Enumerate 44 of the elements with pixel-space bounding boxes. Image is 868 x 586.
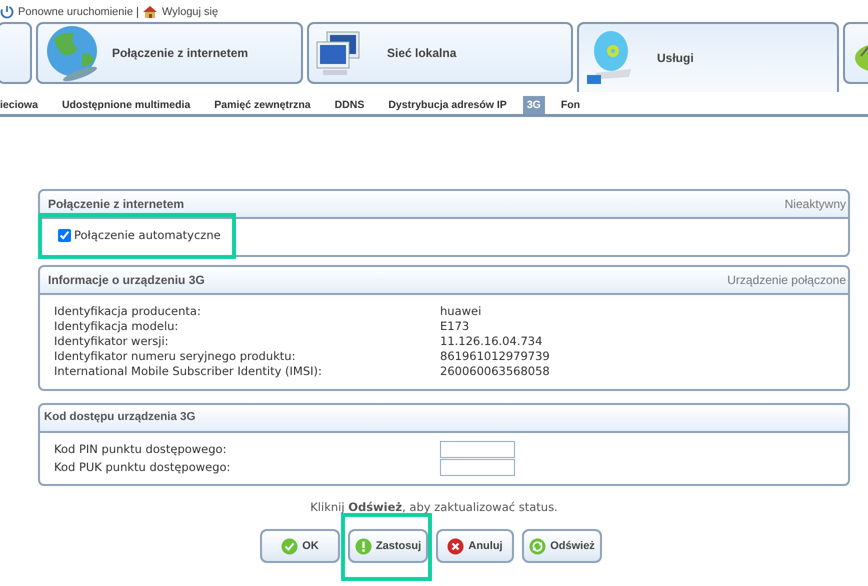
field-label: Identyfikator numeru seryjnego produktu: <box>54 349 296 364</box>
tab[interactable]: Połączenie z internetem <box>36 22 303 84</box>
check-icon <box>281 538 298 555</box>
subtab[interactable]: Fon <box>556 96 584 114</box>
close-icon <box>447 538 464 555</box>
field-label: Kod PUK punktu dostępowego: <box>54 460 232 474</box>
house-icon <box>142 5 158 19</box>
power-icon <box>0 5 14 19</box>
subtab[interactable]: DDNS <box>330 96 368 114</box>
status-text: Nieaktywny <box>784 196 846 213</box>
link[interactable]: Wyloguj się <box>162 4 218 20</box>
button[interactable]: Zastosuj <box>348 529 428 564</box>
link[interactable]: Ponowne uruchomienie <box>18 6 138 18</box>
field-label: Kod PIN punktu dostępowego: <box>54 442 228 456</box>
refresh-icon <box>529 538 546 555</box>
field-label: International Mobile Subscriber Identity (IMSI): <box>54 364 323 379</box>
field-label: Identyfikacja modelu: <box>54 319 180 334</box>
panel-title: Kod dostępu urządzenia 3G <box>44 410 196 426</box>
field-value: 861961012979739 <box>440 349 550 364</box>
checkbox-label: Połączenie automatyczne <box>74 227 221 244</box>
field-label: Identyfikacja producenta: <box>54 304 202 319</box>
subtab[interactable]: Udostępnione multimedia <box>58 96 194 114</box>
tab[interactable]: Sieć lokalna <box>307 22 573 84</box>
subtab[interactable]: Dystrybucja adresów IP <box>384 96 511 114</box>
button[interactable]: Odśwież <box>522 529 602 564</box>
field-value: 11.126.16.04.734 <box>440 334 542 349</box>
input-field[interactable] <box>440 458 515 476</box>
panel-title: Informacje o urządzeniu 3G <box>48 272 205 289</box>
status-text: Urządzenie połączone <box>727 272 846 289</box>
field-label: Identyfikator wersji: <box>54 334 170 349</box>
field-value: 260060063568058 <box>440 364 550 379</box>
hint-text: Kliknij Odśwież, aby zaktualizować status. <box>309 499 559 516</box>
panel-title: Połączenie z internetem <box>48 196 184 213</box>
subtab[interactable]: Pamięć zewnętrzna <box>210 96 315 114</box>
button[interactable]: OK <box>260 529 340 564</box>
button[interactable]: Anuluj <box>436 529 514 564</box>
tab[interactable]: Usługi <box>577 22 839 92</box>
checkbox[interactable] <box>58 229 71 242</box>
field-value: huawei <box>440 304 482 319</box>
tab[interactable] <box>0 22 32 84</box>
field-value: E173 <box>440 319 470 334</box>
exclamation-icon <box>354 538 372 555</box>
subtab[interactable]: ieciowa <box>0 96 42 114</box>
input-field[interactable] <box>440 440 515 458</box>
